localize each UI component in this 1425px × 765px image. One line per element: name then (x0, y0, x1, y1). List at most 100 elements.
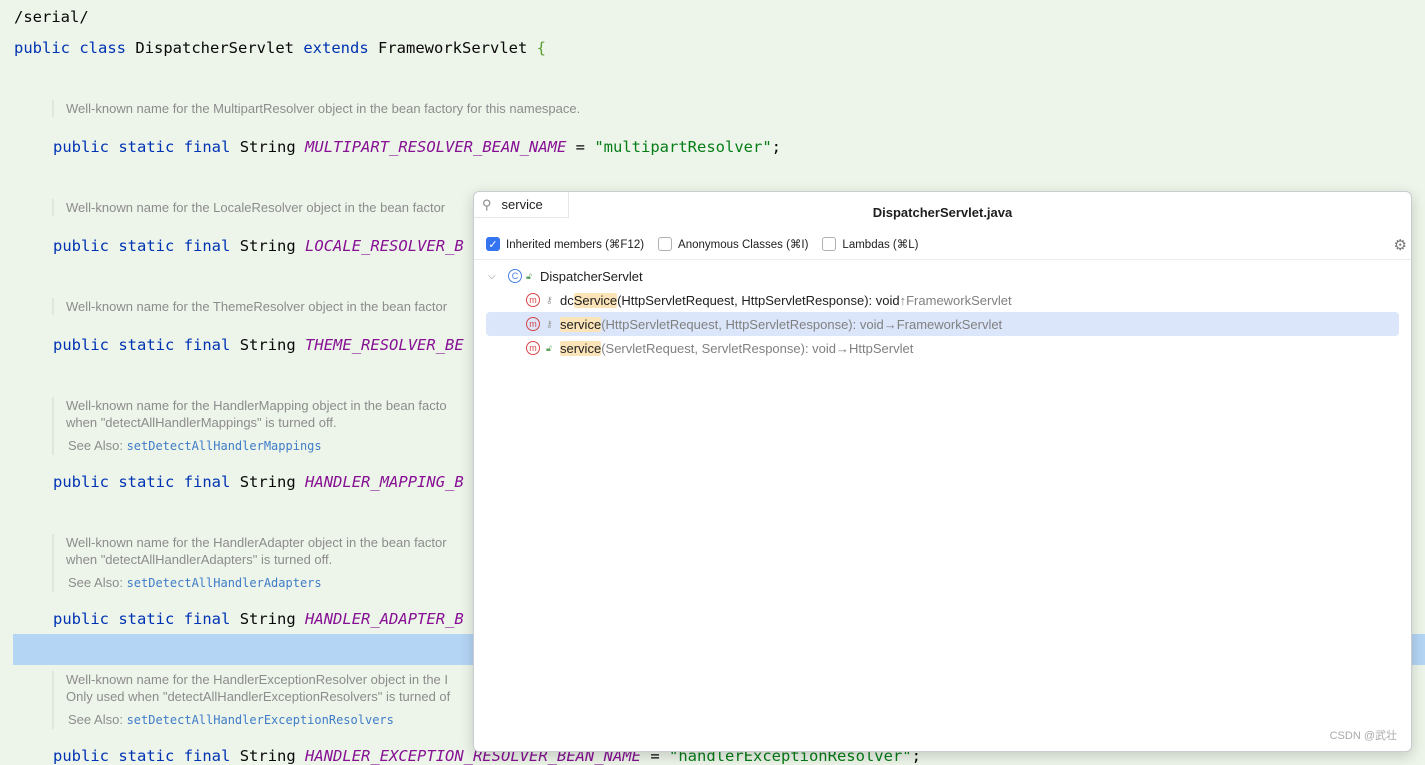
see-also-link[interactable]: setDetectAllHandlerMappings (127, 439, 322, 453)
kw: final (183, 610, 231, 628)
kw: public (53, 336, 109, 354)
kw: public (53, 473, 109, 491)
gear-icon[interactable]: ⚙ (1394, 236, 1407, 254)
type: String (239, 473, 296, 491)
field-declaration: public static final String MULTIPART_RES… (53, 138, 781, 156)
doc-text: Well-known name for the LocaleResolver o… (66, 200, 446, 215)
search-match: Service (573, 292, 618, 308)
checkbox-icon[interactable] (822, 237, 837, 251)
constant-name: LOCALE_RESOLVER_B (305, 237, 464, 255)
class-declaration: public class DispatcherServlet extends F… (14, 39, 546, 57)
semicolon: ; (771, 138, 781, 156)
kw: final (183, 138, 231, 156)
search-match: service (560, 340, 602, 356)
file-structure-popup: ⚲ service DispatcherServlet.java ✓ Inherit… (473, 191, 1412, 752)
string-value: "multipartResolver" (594, 138, 772, 156)
kw: final (183, 336, 231, 354)
tree-item-method[interactable]: m ⚷ dc Service (HttpServletRequest, HttpSer… (486, 288, 1399, 312)
origin-class: →FrameworkServlet (883, 316, 1003, 332)
see-also-label: See Also: (68, 575, 123, 590)
doc-comment: Well-known name for the HandlerAdapter o… (52, 534, 447, 592)
kw: final (183, 747, 231, 765)
doc-text: Well-known name for the HandlerException… (66, 672, 449, 687)
see-also-label: See Also: (68, 712, 123, 727)
lambdas-checkbox[interactable]: Lambdas (⌘L) (822, 237, 918, 251)
doc-comment: Well-known name for the LocaleResolver o… (52, 199, 445, 216)
brace: { (536, 39, 547, 57)
kw: static (118, 473, 175, 491)
kw: public (53, 747, 109, 765)
method-signature: (HttpServletRequest, HttpServletResponse… (601, 316, 884, 332)
kw: public (53, 138, 109, 156)
field-declaration: public static final String THEME_RESOLVE… (53, 336, 464, 354)
kw: static (118, 138, 175, 156)
method-icon: m (526, 293, 540, 307)
tree-item-method[interactable]: m ⚷ service (HttpServletRequest, HttpServl… (486, 312, 1399, 336)
constant-name: HANDLER_ADAPTER_B (305, 610, 464, 628)
field-declaration: public static final String HANDLER_MAPPI… (53, 473, 464, 491)
doc-text: Only used when "detectAllHandlerExceptio… (66, 689, 451, 704)
checkbox-checked-icon[interactable]: ✓ (486, 237, 500, 251)
checkbox-icon[interactable] (658, 237, 673, 251)
method-icon: m (526, 317, 540, 331)
option-label: Inherited members (⌘F12) (506, 239, 645, 251)
class-name: DispatcherServlet (135, 39, 294, 57)
kw: public (14, 39, 70, 57)
protected-access-icon: ⚷ (546, 318, 553, 329)
see-also: See Also: setDetectAllHandlerExceptionRe… (68, 711, 450, 729)
doc-comment: Well-known name for the HandlerMapping o… (52, 397, 447, 455)
public-access-icon: 🔓︎ (526, 270, 532, 281)
tree-root-dispatcherservlet[interactable]: ⌵ C 🔓︎ DispatcherServlet (486, 264, 1399, 288)
see-also-label: See Also: (68, 438, 123, 453)
see-also: See Also: setDetectAllHandlerAdapters (68, 574, 447, 592)
constant-name: HANDLER_MAPPING_B (305, 473, 464, 491)
doc-comment: Well-known name for the MultipartResolve… (52, 100, 580, 117)
kw: final (183, 237, 231, 255)
parent-class: FrameworkServlet (378, 39, 528, 57)
constant-name: MULTIPART_RESOLVER_BEAN_NAME (305, 138, 567, 156)
origin-class: ↑FrameworkServlet (899, 292, 1012, 308)
option-label: Lambdas (⌘L) (842, 239, 919, 251)
doc-comment: Well-known name for the HandlerException… (52, 671, 450, 729)
type: String (239, 237, 296, 255)
class-icon: C (508, 269, 522, 283)
tree-item-method[interactable]: m 🔓︎ service (ServletRequest, ServletRespo… (486, 336, 1399, 360)
method-signature: (HttpServletRequest, HttpServletResponse… (617, 292, 900, 308)
kw: static (118, 237, 175, 255)
chevron-down-icon[interactable]: ⌵ (488, 271, 508, 282)
doc-text: Well-known name for the HandlerMapping o… (66, 398, 447, 413)
type: String (239, 138, 296, 156)
type: String (239, 747, 296, 765)
anonymous-classes-checkbox[interactable]: Anonymous Classes (⌘I) (658, 237, 808, 251)
kw: class (79, 39, 127, 57)
kw: static (118, 747, 175, 765)
field-declaration: public static final String LOCALE_RESOLV… (53, 237, 464, 255)
public-access-icon: 🔓︎ (546, 342, 552, 353)
popup-title: DispatcherServlet.java (872, 205, 1013, 220)
kw: public (53, 237, 109, 255)
op: = (566, 138, 595, 156)
method-icon: m (526, 341, 540, 355)
kw: static (118, 610, 175, 628)
option-label: Anonymous Classes (⌘I) (678, 239, 809, 251)
constant-name: THEME_RESOLVER_BE (305, 336, 464, 354)
doc-comment: Well-known name for the ThemeResolver ob… (52, 298, 447, 315)
origin-class: →HttpServlet (836, 340, 914, 356)
kw: static (118, 336, 175, 354)
see-also-link[interactable]: setDetectAllHandlerAdapters (127, 576, 322, 590)
code-line-comment: /serial/ (14, 8, 89, 26)
protected-access-icon: ⚷ (546, 294, 553, 305)
see-also: See Also: setDetectAllHandlerMappings (68, 437, 447, 455)
inherited-members-checkbox[interactable]: ✓ Inherited members (⌘F12) (486, 237, 644, 251)
type: String (239, 336, 296, 354)
field-declaration: public static final String HANDLER_ADAPT… (53, 610, 464, 628)
doc-text: Well-known name for the MultipartResolve… (66, 101, 581, 116)
doc-text: Well-known name for the ThemeResolver ob… (66, 299, 448, 314)
method-signature: (ServletRequest, ServletResponse): void (601, 340, 837, 356)
doc-text: when "detectAllHandlerAdapters" is turne… (66, 552, 333, 567)
search-match: service (560, 316, 602, 332)
doc-text: Well-known name for the HandlerAdapter o… (66, 535, 447, 550)
root-label: DispatcherServlet (540, 268, 643, 284)
watermark: CSDN @武壮 (1329, 730, 1397, 742)
see-also-link[interactable]: setDetectAllHandlerExceptionResolvers (127, 713, 394, 727)
